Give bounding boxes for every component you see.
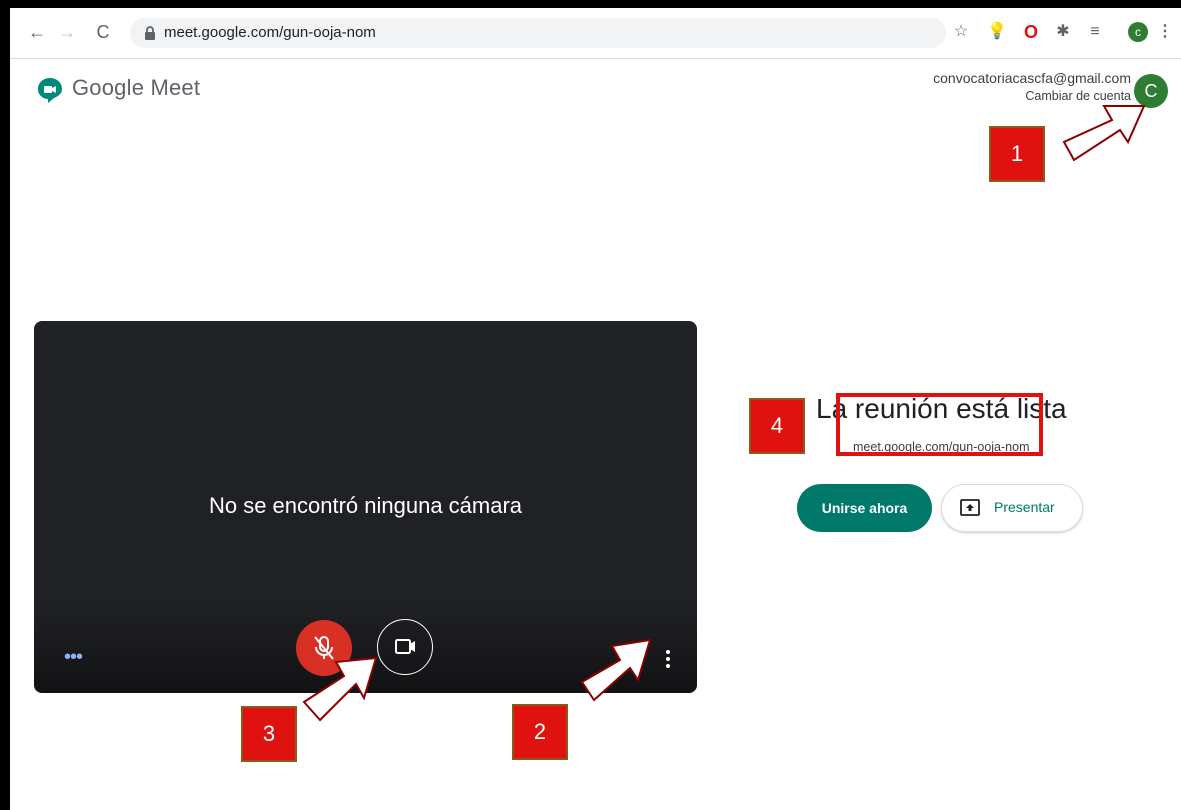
present-button[interactable]: Presentar bbox=[941, 484, 1083, 532]
account-email: convocatoriacascfa@gmail.com bbox=[933, 70, 1131, 86]
present-label: Presentar bbox=[994, 499, 1055, 515]
annotation-arrow-2 bbox=[580, 638, 652, 702]
browser-menu-icon[interactable]: ⋮ bbox=[1154, 21, 1176, 43]
media-queue-icon[interactable]: ≡ bbox=[1084, 21, 1106, 43]
forward-arrow-icon[interactable]: → bbox=[56, 21, 78, 43]
extensions-puzzle-icon[interactable]: ✱ bbox=[1052, 21, 1074, 43]
url-text: meet.google.com/gun-ooja-nom bbox=[164, 24, 376, 41]
annotation-arrow-3 bbox=[302, 656, 378, 722]
annotation-badge-1: 1 bbox=[989, 126, 1045, 182]
page: ← → C meet.google.com/gun-ooja-nom ☆ 💡 O… bbox=[10, 8, 1181, 810]
highlight-box bbox=[836, 393, 1043, 456]
annotation-badge-4: 4 bbox=[749, 398, 805, 454]
more-options-icon[interactable] bbox=[658, 647, 678, 671]
annotation-badge-2: 2 bbox=[512, 704, 568, 760]
join-now-button[interactable]: Unirse ahora bbox=[797, 484, 932, 532]
lock-icon bbox=[145, 26, 155, 40]
browser-profile-avatar[interactable]: c bbox=[1128, 22, 1148, 42]
present-screen-icon bbox=[960, 499, 980, 516]
address-bar[interactable]: meet.google.com/gun-ooja-nom bbox=[130, 18, 946, 48]
back-arrow-icon[interactable]: ← bbox=[26, 21, 48, 43]
brand-name: Google Meet bbox=[72, 75, 201, 100]
extension-bulb-icon[interactable]: 💡 bbox=[986, 21, 1008, 43]
no-camera-message: No se encontró ninguna cámara bbox=[208, 493, 523, 518]
annotation-arrow-1 bbox=[1062, 105, 1146, 162]
bookmark-star-icon[interactable]: ☆ bbox=[950, 21, 972, 43]
google-meet-logo-icon bbox=[38, 78, 62, 103]
more-indicator-icon: ••• bbox=[64, 646, 83, 668]
reload-icon[interactable]: C bbox=[92, 21, 114, 43]
opera-icon[interactable]: O bbox=[1020, 21, 1042, 43]
browser-toolbar: ← → C meet.google.com/gun-ooja-nom ☆ 💡 O… bbox=[10, 8, 1181, 59]
annotation-badge-3: 3 bbox=[241, 706, 297, 762]
